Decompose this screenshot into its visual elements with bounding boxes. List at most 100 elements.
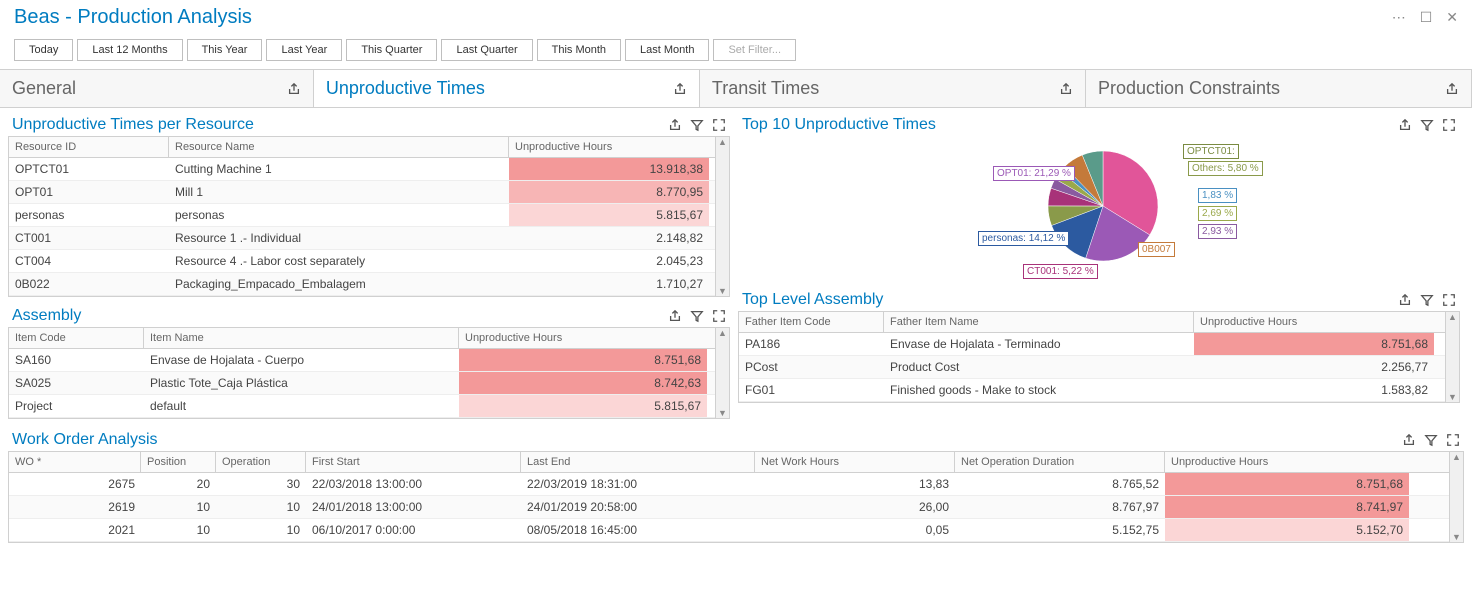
btn-this-year[interactable]: This Year	[187, 39, 263, 61]
btn-last-year[interactable]: Last Year	[266, 39, 342, 61]
table-row[interactable]: personas personas 5.815,67	[9, 204, 715, 227]
export-icon[interactable]	[668, 118, 682, 132]
export-icon[interactable]	[1398, 293, 1412, 307]
col-net-work[interactable]: Net Work Hours	[755, 452, 955, 472]
table-row[interactable]: OPT01 Mill 1 8.770,95	[9, 181, 715, 204]
scroll-down-icon[interactable]: ▼	[716, 286, 729, 296]
cell-resource-name: Packaging_Empacado_Embalagem	[169, 273, 509, 295]
tab-general[interactable]: General	[0, 70, 314, 107]
col-father-name[interactable]: Father Item Name	[884, 312, 1194, 332]
cell-wo: 2021	[9, 519, 141, 541]
fullscreen-icon[interactable]	[1442, 118, 1456, 132]
btn-last-quarter[interactable]: Last Quarter	[441, 39, 532, 61]
filter-icon[interactable]	[1420, 118, 1434, 132]
scrollbar[interactable]: ▲ ▼	[1449, 452, 1463, 542]
col-unprod-hours[interactable]: Unproductive Hours	[1194, 312, 1434, 332]
col-position[interactable]: Position	[141, 452, 216, 472]
filter-icon[interactable]	[1424, 433, 1438, 447]
grid-asm: Item Code Item Name Unproductive Hours S…	[8, 327, 730, 419]
tab-general-label: General	[12, 78, 76, 99]
table-row[interactable]: PA186 Envase de Hojalata - Terminado 8.7…	[739, 333, 1445, 356]
cell-dur: 8.767,97	[955, 496, 1165, 518]
scrollbar[interactable]: ▲ ▼	[1445, 312, 1459, 402]
export-icon[interactable]	[1059, 82, 1073, 96]
scroll-up-icon[interactable]: ▲	[1450, 452, 1463, 462]
col-last-end[interactable]: Last End	[521, 452, 755, 472]
scroll-up-icon[interactable]: ▲	[716, 137, 729, 147]
col-resource-name[interactable]: Resource Name	[169, 137, 509, 157]
table-row[interactable]: FG01 Finished goods - Make to stock 1.58…	[739, 379, 1445, 402]
export-icon[interactable]	[1402, 433, 1416, 447]
export-icon[interactable]	[1398, 118, 1412, 132]
export-icon[interactable]	[1445, 82, 1459, 96]
col-first-start[interactable]: First Start	[306, 452, 521, 472]
fullscreen-icon[interactable]	[712, 309, 726, 323]
cell-hours: 2.045,23	[509, 250, 709, 272]
table-row[interactable]: CT001 Resource 1 .- Individual 2.148,82	[9, 227, 715, 250]
close-icon[interactable]: ✕	[1446, 9, 1458, 26]
more-icon[interactable]: ⋯	[1392, 9, 1406, 26]
table-row[interactable]: CT004 Resource 4 .- Labor cost separatel…	[9, 250, 715, 273]
btn-last-12-months[interactable]: Last 12 Months	[77, 39, 182, 61]
fullscreen-icon[interactable]	[1442, 293, 1456, 307]
scrollbar[interactable]: ▲ ▼	[715, 137, 729, 296]
table-row[interactable]: SA160 Envase de Hojalata - Cuerpo 8.751,…	[9, 349, 715, 372]
table-row[interactable]: OPTCT01 Cutting Machine 1 13.918,38	[9, 158, 715, 181]
cell-start: 22/03/2018 13:00:00	[306, 473, 521, 495]
maximize-icon[interactable]: ☐	[1420, 9, 1433, 26]
export-icon[interactable]	[287, 82, 301, 96]
cell-resource-name: Resource 4 .- Labor cost separately	[169, 250, 509, 272]
table-row[interactable]: 2021 10 10 06/10/2017 0:00:00 08/05/2018…	[9, 519, 1449, 542]
scroll-up-icon[interactable]: ▲	[1446, 312, 1459, 322]
cell-hours: 5.815,67	[509, 204, 709, 226]
panel-tla: Top Level Assembly Father Item Code Fath…	[738, 287, 1460, 403]
table-row[interactable]: SA025 Plastic Tote_Caja Plástica 8.742,6…	[9, 372, 715, 395]
cell-wo: 2619	[9, 496, 141, 518]
col-net-op-dur[interactable]: Net Operation Duration	[955, 452, 1165, 472]
filter-icon[interactable]	[690, 309, 704, 323]
export-icon[interactable]	[668, 309, 682, 323]
table-row[interactable]: 0B022 Packaging_Empacado_Embalagem 1.710…	[9, 273, 715, 296]
cell-resource-id: CT004	[9, 250, 169, 272]
tab-transit[interactable]: Transit Times	[700, 70, 1086, 107]
btn-this-month[interactable]: This Month	[537, 39, 621, 61]
scroll-down-icon[interactable]: ▼	[1450, 532, 1463, 542]
col-father-code[interactable]: Father Item Code	[739, 312, 884, 332]
cell-wo: 2675	[9, 473, 141, 495]
scroll-up-icon[interactable]: ▲	[716, 328, 729, 338]
fullscreen-icon[interactable]	[712, 118, 726, 132]
scrollbar[interactable]: ▲ ▼	[715, 328, 729, 418]
btn-set-filter[interactable]: Set Filter...	[713, 39, 796, 61]
tab-constraints[interactable]: Production Constraints	[1086, 70, 1472, 107]
pie-label: personas: 14,12 %	[978, 231, 1069, 246]
cell-unprod: 8.751,68	[1165, 473, 1409, 495]
left-column: Unproductive Times per Resource Resource…	[8, 112, 730, 419]
cell-item-code: Project	[9, 395, 144, 417]
col-item-code[interactable]: Item Code	[9, 328, 144, 348]
scroll-down-icon[interactable]: ▼	[1446, 392, 1459, 402]
table-row[interactable]: PCost Product Cost 2.256,77	[739, 356, 1445, 379]
btn-today[interactable]: Today	[14, 39, 73, 61]
cell-father-name: Finished goods - Make to stock	[884, 379, 1194, 401]
col-unprod-hours[interactable]: Unproductive Hours	[459, 328, 707, 348]
filter-icon[interactable]	[690, 118, 704, 132]
btn-last-month[interactable]: Last Month	[625, 39, 709, 61]
col-resource-id[interactable]: Resource ID	[9, 137, 169, 157]
filter-icon[interactable]	[1420, 293, 1434, 307]
col-wo[interactable]: WO *	[9, 452, 141, 472]
table-row[interactable]: Project default 5.815,67	[9, 395, 715, 418]
table-row[interactable]: 2619 10 10 24/01/2018 13:00:00 24/01/201…	[9, 496, 1449, 519]
tab-unproductive[interactable]: Unproductive Times	[314, 70, 700, 107]
cell-resource-name: Resource 1 .- Individual	[169, 227, 509, 249]
btn-this-quarter[interactable]: This Quarter	[346, 39, 437, 61]
export-icon[interactable]	[673, 82, 687, 96]
col-item-name[interactable]: Item Name	[144, 328, 459, 348]
pie-chart[interactable]: OPT01: 21,29 %personas: 14,12 %CT001: 5,…	[738, 136, 1460, 281]
col-unprod-hours[interactable]: Unproductive Hours	[1165, 452, 1409, 472]
fullscreen-icon[interactable]	[1446, 433, 1460, 447]
table-row[interactable]: 2675 20 30 22/03/2018 13:00:00 22/03/201…	[9, 473, 1449, 496]
scroll-down-icon[interactable]: ▼	[716, 408, 729, 418]
cell-op: 10	[216, 519, 306, 541]
col-unprod-hours[interactable]: Unproductive Hours	[509, 137, 709, 157]
col-operation[interactable]: Operation	[216, 452, 306, 472]
